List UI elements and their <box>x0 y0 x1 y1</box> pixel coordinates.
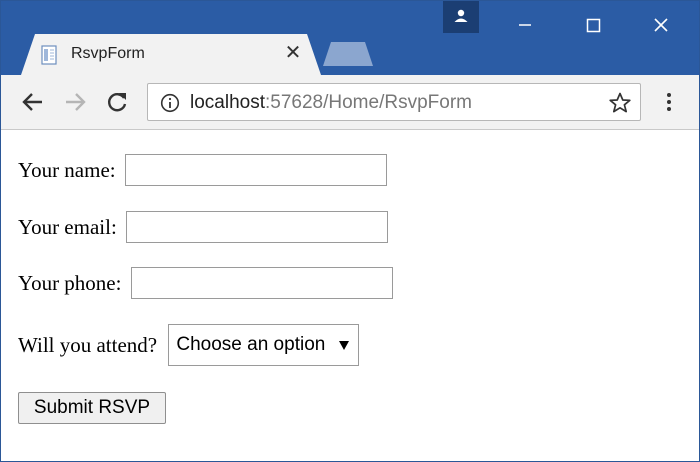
attend-label: Will you attend? <box>18 332 158 357</box>
url-path: :57628/Home/RsvpForm <box>265 92 472 113</box>
submit-rsvp-button[interactable]: Submit RSVP <box>18 392 166 424</box>
address-bar[interactable]: localhost:57628/Home/RsvpForm <box>147 83 641 121</box>
star-icon[interactable] <box>608 91 632 115</box>
minimize-button[interactable] <box>495 1 555 49</box>
page-content: Your name: Your email: Your phone: Will … <box>1 130 699 461</box>
maximize-button[interactable] <box>563 1 623 49</box>
url-host: localhost <box>190 92 265 113</box>
email-label: Your email: <box>18 214 117 239</box>
phone-input[interactable] <box>130 267 393 299</box>
phone-label: Your phone: <box>18 270 122 295</box>
attend-select-value: Choose an option <box>176 334 326 355</box>
profile-button[interactable] <box>443 1 479 33</box>
dropdown-arrow-icon <box>339 341 350 350</box>
close-window-button[interactable] <box>631 1 691 49</box>
reload-icon <box>108 93 127 112</box>
close-icon <box>654 18 668 32</box>
attend-row: Will you attend? Choose an option <box>18 324 360 366</box>
name-label: Your name: <box>18 157 116 182</box>
back-arrow-icon <box>22 93 42 111</box>
email-row: Your email: <box>18 211 389 243</box>
phone-row: Your phone: <box>18 267 393 299</box>
tab-title: RsvpForm <box>71 45 145 62</box>
browser-window: RsvpForm ✕ localhost:57628/Home/RsvpForm… <box>0 0 700 462</box>
url-text[interactable]: localhost:57628/Home/RsvpForm <box>190 92 472 114</box>
title-bar: RsvpForm ✕ <box>1 1 699 75</box>
browser-toolbar: localhost:57628/Home/RsvpForm <box>1 75 699 130</box>
reload-button[interactable] <box>103 88 131 116</box>
back-button[interactable] <box>19 88 47 116</box>
forward-button[interactable] <box>61 88 89 116</box>
name-input[interactable] <box>124 154 387 186</box>
new-tab-button[interactable] <box>323 42 373 66</box>
minimize-icon <box>519 24 531 26</box>
attend-select[interactable]: Choose an option <box>168 324 360 366</box>
menu-dots-icon <box>667 93 671 111</box>
tab-rsvpform[interactable]: RsvpForm ✕ <box>21 34 321 75</box>
email-input[interactable] <box>126 211 389 243</box>
profile-icon <box>454 9 468 22</box>
document-icon <box>41 45 57 65</box>
name-row: Your name: <box>18 154 387 186</box>
tab-close-icon[interactable]: ✕ <box>282 42 304 64</box>
forward-arrow-icon <box>66 93 86 111</box>
info-icon[interactable] <box>160 93 180 113</box>
menu-button[interactable] <box>659 88 679 116</box>
maximize-icon <box>586 18 601 33</box>
